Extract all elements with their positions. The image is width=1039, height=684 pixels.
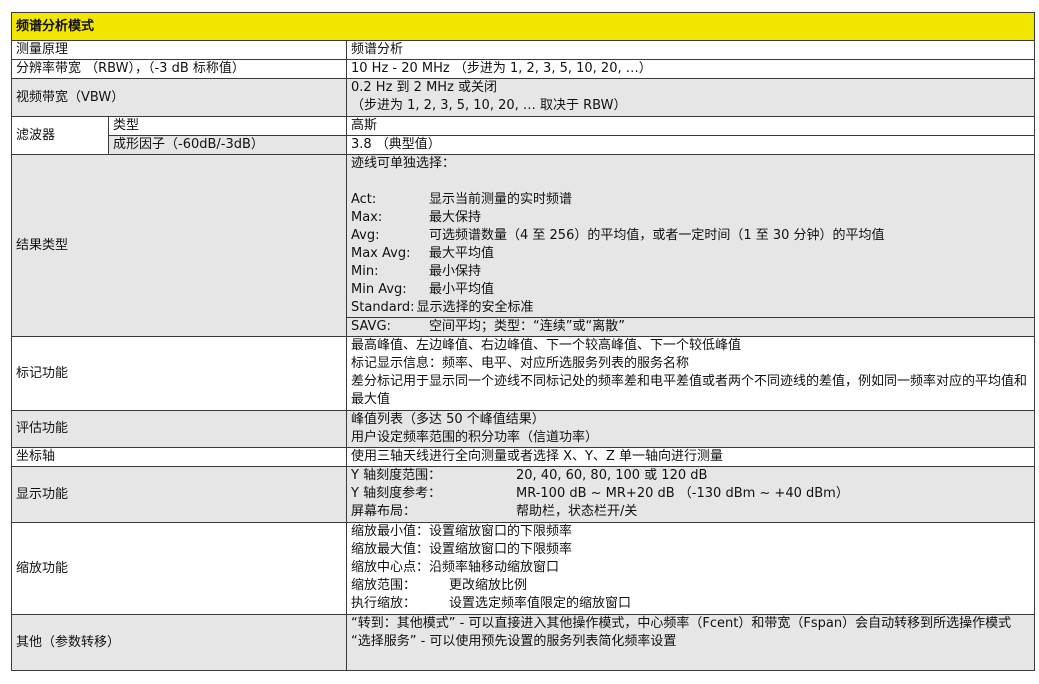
item-key: Min: [351,264,379,279]
item-value: 最小平均值 [429,282,495,297]
result-item: Max Avg: 最大平均值 [351,245,1030,263]
row-label: 标记功能 [11,336,347,411]
value-line: 最高峰值、左边峰值、右边峰值、下一个较高峰值、下一个较低峰值 [351,338,742,353]
item-value: 20, 40, 60, 80, 100 或 120 dB [516,468,708,483]
item-value: 最大平均值 [429,246,495,261]
item-value: 可选频谱数量（4 至 256）的平均值，或者一定时间（1 至 30 分钟）的平均… [429,228,885,243]
row-label: 视频带宽（VBW） [11,78,347,117]
row-value: 10 Hz - 20 MHz （步进为 1, 2, 3, 5, 10, 20, … [345,59,1036,79]
row-value: 频谱分析 [345,40,1036,60]
item-key: Standard: [351,300,415,315]
row-value: 缩放最小值：设置缩放窗口的下限频率 缩放最大值：设置缩放窗口的下限频率 缩放中心… [345,522,1036,615]
sub-label: 类型 [108,116,347,136]
value-line: 缩放中心点：沿频率轴移动缩放窗口 [351,560,560,575]
item-key: Act: [351,192,377,207]
result-item: SAVG: 空间平均；类型：“连续”或“离散” [351,318,1030,336]
value-line: 0.2 Hz 到 2 MHz 或关闭 [351,80,498,95]
item-key: 执行缩放： [351,596,417,611]
row-label: 分辨率带宽 （RBW），（-3 dB 标称值） [11,59,347,79]
display-item: 屏幕布局： 帮助栏，状态栏开/关 [351,503,1030,521]
row-label: 其他（参数转移） [11,614,347,671]
row-label: 测量原理 [11,40,347,60]
row-value: 峰值列表（多达 50 个峰值结果） 用户设定频率范围的积分功率（信道功率） [345,410,1036,448]
row-result: 结果类型 迹线可单独选择： Act: 显示当前测量的实时频谱 Max: 最大保持 A… [11,154,1036,337]
table-title: 频谱分析模式 [10,12,1036,41]
item-value: 设置选定频率值限定的缩放窗口 [449,596,632,611]
row-eval: 评估功能 峰值列表（多达 50 个峰值结果） 用户设定频率范围的积分功率（信道功… [11,410,1036,448]
title-row: 频谱分析模式 [10,12,1036,41]
value-line: 用户设定频率范围的积分功率（信道功率） [351,430,599,445]
row-zoom: 缩放功能 缩放最小值：设置缩放窗口的下限频率 缩放最大值：设置缩放窗口的下限频率… [11,522,1036,615]
row-label: 结果类型 [11,154,347,337]
row-display: 显示功能 Y 轴刻度范围： 20, 40, 60, 80, 100 或 120 d… [11,466,1036,523]
item-key: Max: [351,210,383,225]
item-key: Max Avg: [351,246,411,261]
item-value: 显示选择的安全标准 [416,300,534,315]
display-item: Y 轴刻度参考： MR-100 dB ~ MR+20 dB （-130 dBm ~… [351,485,1030,503]
row-principle: 测量原理 频谱分析 [11,40,1036,60]
result-item: Max: 最大保持 [351,209,1030,227]
item-key: Avg: [351,228,380,243]
value-line: 差分标记用于显示同一个迹线不同标记处的频率差和电平差值或者两个不同迹线的差值，例… [351,374,1028,407]
row-marker: 标记功能 最高峰值、左边峰值、右边峰值、下一个较高峰值、下一个较低峰值 标记显示… [11,336,1036,411]
zoom-item: 执行缩放： 设置选定频率值限定的缩放窗口 [351,595,1030,613]
row-vbw: 视频带宽（VBW） 0.2 Hz 到 2 MHz 或关闭 （步进为 1, 2, … [11,78,1036,117]
item-key: Y 轴刻度参考： [351,486,442,501]
row-axis: 坐标轴 使用三轴天线进行全向测量或者选择 X、Y、Z 单一轴向进行测量 [11,447,1036,467]
value-line: 缩放最大值：设置缩放窗口的下限频率 [351,542,573,557]
row-filter-shape: 成形因子（-60dB/-3dB） 3.8 （典型值） [12,135,1036,155]
spec-table: 频谱分析模式 测量原理 频谱分析 分辨率带宽 （RBW），（-3 dB 标称值）… [10,12,1036,671]
row-other: 其他（参数转移） “转到：其他模式” - 可以直接进入其他操作模式，中心频率（F… [11,614,1036,671]
value-line: “转到：其他模式” - 可以直接进入其他操作模式，中心频率（Fcent）和带宽（… [351,616,1012,631]
value-line: 标记显示信息：频率、电平、对应所选服务列表的服务名称 [351,356,690,371]
value-line: （步进为 1, 2, 3, 5, 10, 20, … 取决于 RBW） [351,98,627,113]
row-label: 评估功能 [11,410,347,448]
value-line: 峰值列表（多达 50 个峰值结果） [351,412,545,427]
item-value: 更改缩放比例 [449,578,528,593]
row-label: 滤波器 [11,116,109,155]
value-line: 缩放最小值：设置缩放窗口的下限频率 [351,524,573,539]
row-value: 高斯 [345,116,1036,136]
row-value: 迹线可单独选择： Act: 显示当前测量的实时频谱 Max: 最大保持 Avg: 可选… [345,154,1036,318]
result-item: Avg: 可选频谱数量（4 至 256）的平均值，或者一定时间（1 至 30 分钟… [351,227,1030,245]
value-line: 迹线可单独选择： [351,156,456,171]
result-item: Act: 显示当前测量的实时频谱 [351,191,1030,209]
result-item: Standard: 显示选择的安全标准 [351,299,1030,317]
item-key: 屏幕布局： [351,504,417,519]
row-rbw: 分辨率带宽 （RBW），（-3 dB 标称值） 10 Hz - 20 MHz （… [11,59,1036,79]
zoom-item: 缩放范围： 更改缩放比例 [351,577,1030,595]
row-value: SAVG: 空间平均；类型：“连续”或“离散” [345,317,1036,337]
item-value: MR-100 dB ~ MR+20 dB （-130 dBm ~ +40 dBm… [516,486,849,501]
result-item: Min Avg: 最小平均值 [351,281,1030,299]
row-value: “转到：其他模式” - 可以直接进入其他操作模式，中心频率（Fcent）和带宽（… [345,614,1036,671]
value-line: “选择服务” - 可以使用预先设置的服务列表简化频率设置 [351,634,677,649]
row-value: Y 轴刻度范围： 20, 40, 60, 80, 100 或 120 dB Y 轴… [345,466,1036,523]
row-value: 最高峰值、左边峰值、右边峰值、下一个较高峰值、下一个较低峰值 标记显示信息：频率… [345,336,1036,411]
item-value: 最小保持 [429,264,482,279]
item-value: 最大保持 [429,210,482,225]
result-item: Min: 最小保持 [351,263,1030,281]
item-value: 空间平均；类型：“连续”或“离散” [429,319,625,334]
row-label: 坐标轴 [11,447,347,467]
item-key: Y 轴刻度范围： [351,468,442,483]
item-value: 显示当前测量的实时频谱 [429,192,573,207]
row-value: 0.2 Hz 到 2 MHz 或关闭 （步进为 1, 2, 3, 5, 10, … [345,78,1036,117]
item-key: SAVG: [351,319,391,334]
row-value: 3.8 （典型值） [345,135,1036,155]
row-label: 显示功能 [11,466,347,523]
row-label: 缩放功能 [11,522,347,615]
item-key: Min Avg: [351,282,407,297]
item-key: 缩放范围： [351,578,417,593]
row-filter-type: 滤波器 类型 高斯 [11,116,1036,155]
display-item: Y 轴刻度范围： 20, 40, 60, 80, 100 或 120 dB [351,467,1030,485]
item-value: 帮助栏，状态栏开/关 [516,504,638,519]
sub-label: 成形因子（-60dB/-3dB） [108,135,347,155]
row-value: 使用三轴天线进行全向测量或者选择 X、Y、Z 单一轴向进行测量 [345,447,1036,467]
